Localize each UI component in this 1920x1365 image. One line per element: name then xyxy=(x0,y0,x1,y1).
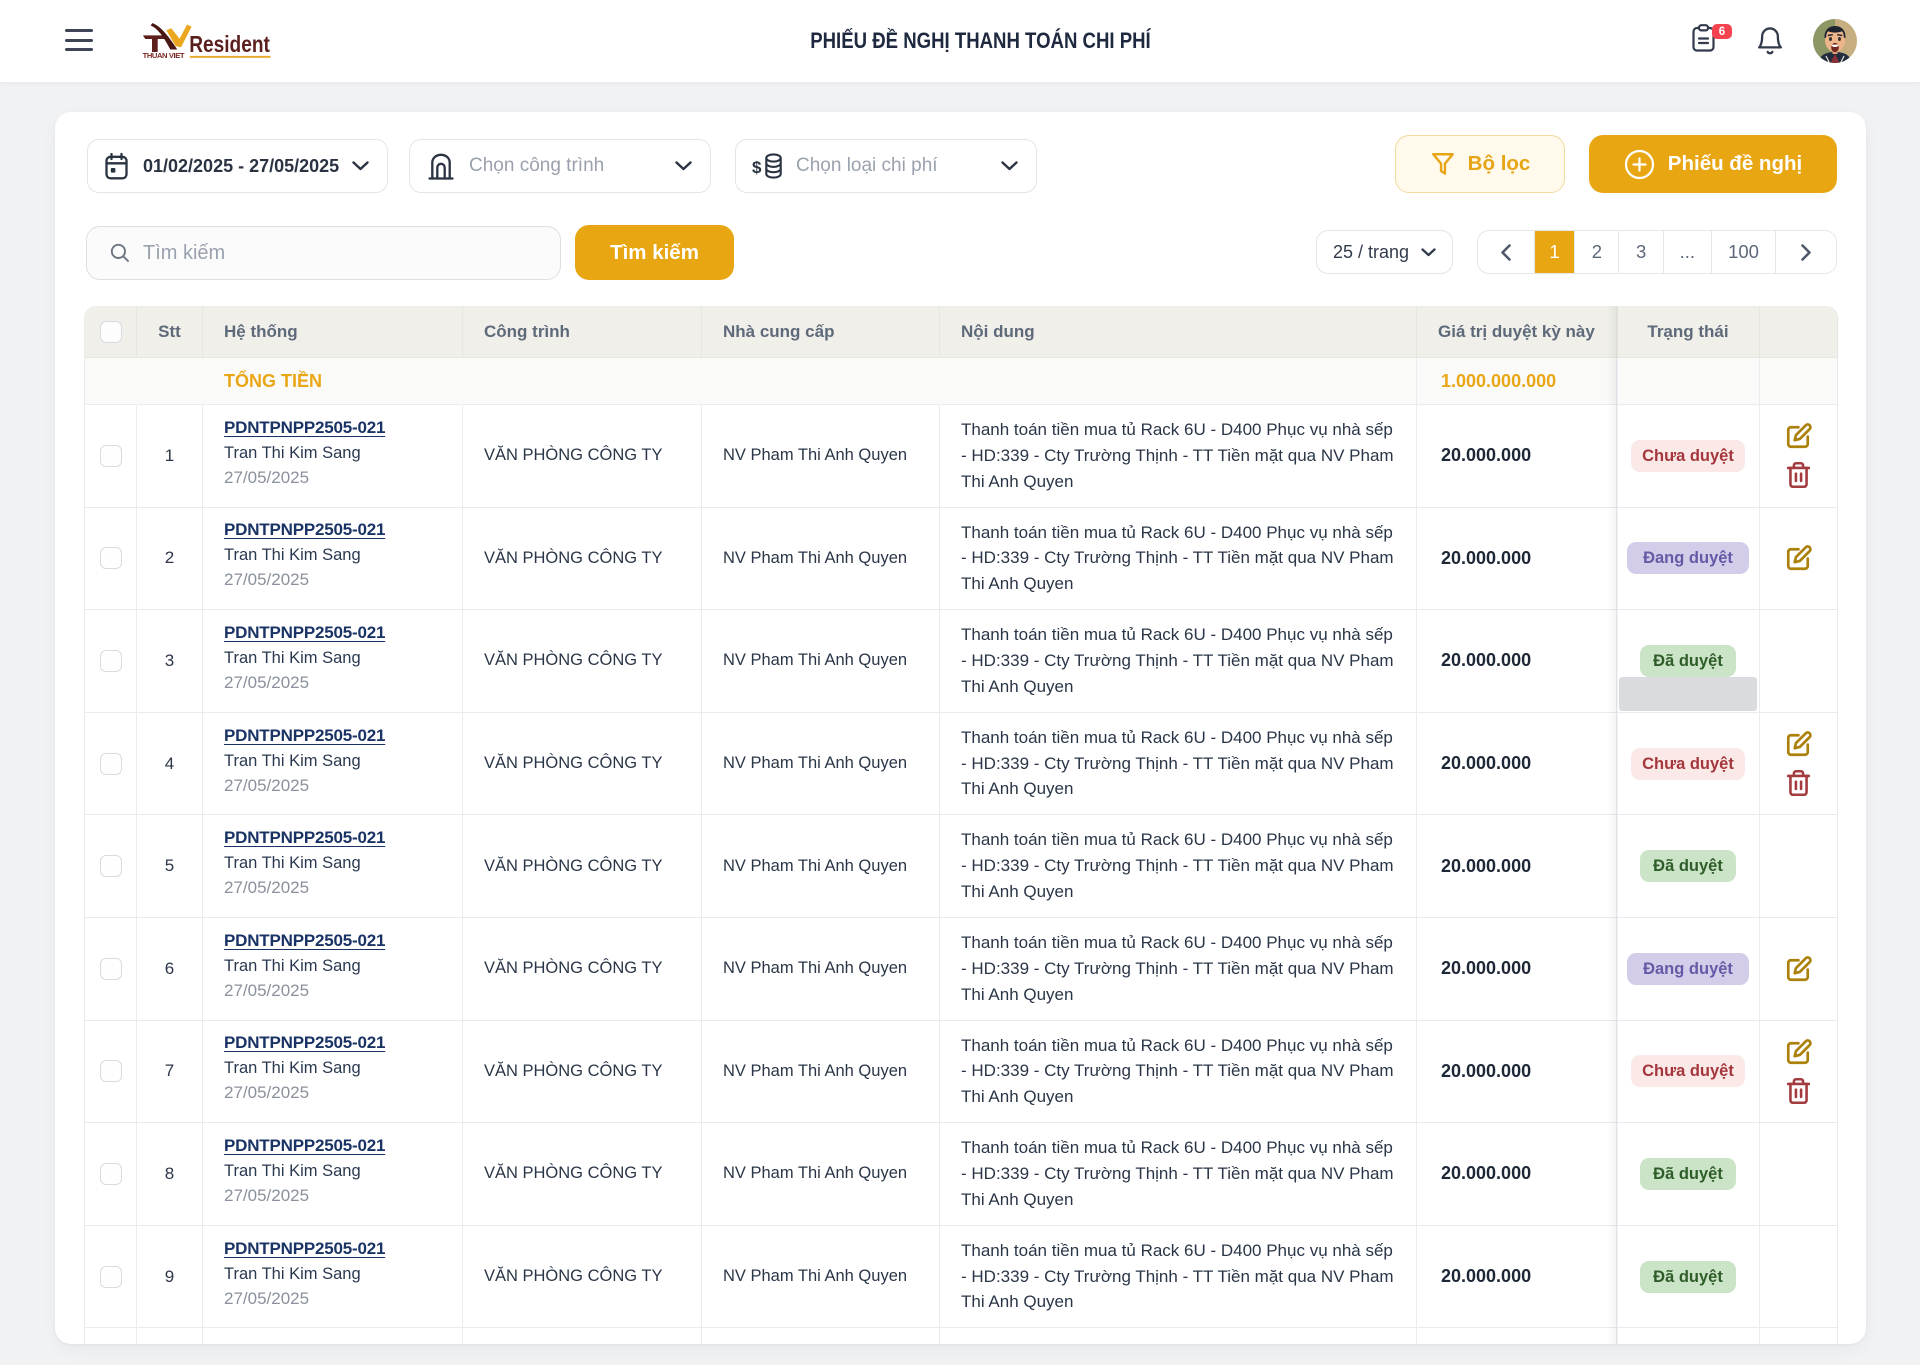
svg-text:$: $ xyxy=(752,158,762,177)
